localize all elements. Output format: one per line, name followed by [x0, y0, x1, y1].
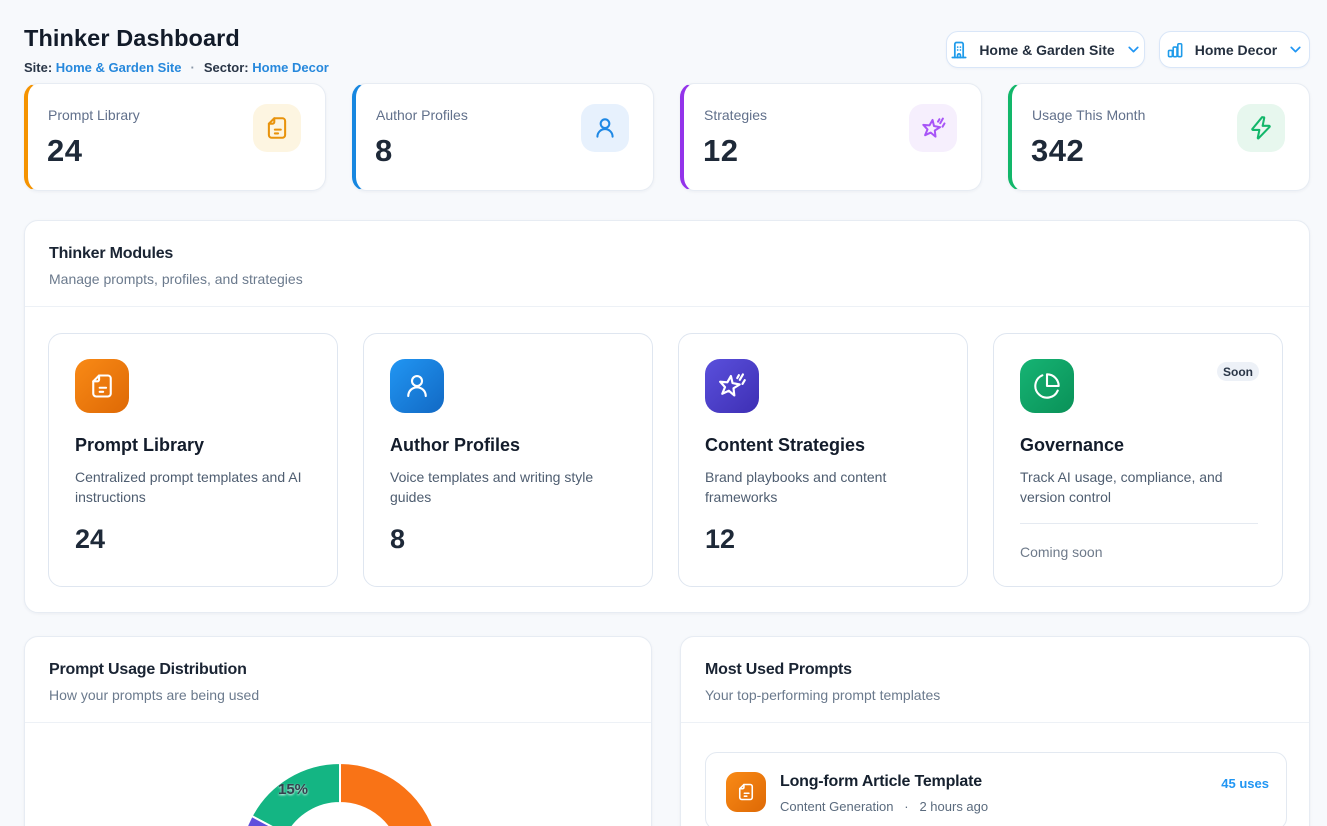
- svg-text:15%: 15%: [278, 781, 308, 798]
